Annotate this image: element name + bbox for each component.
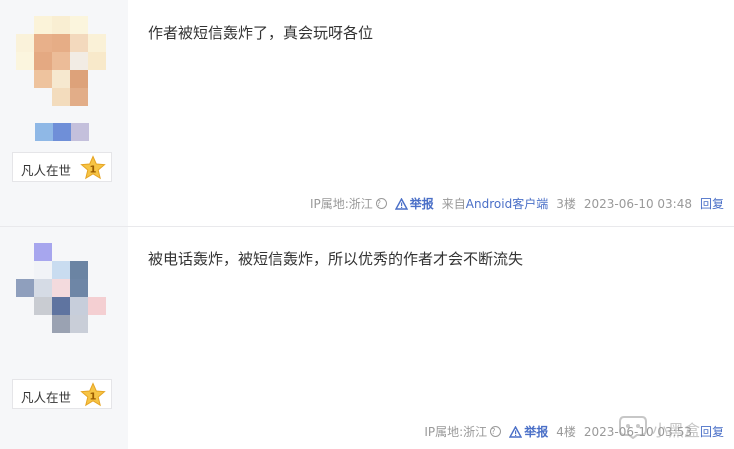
user-sidebar: 凡人在世 1 xyxy=(0,0,128,226)
warning-icon xyxy=(394,197,408,210)
level-star-icon: 1 xyxy=(80,155,106,180)
help-icon[interactable]: ? xyxy=(375,198,387,209)
warning-icon xyxy=(509,425,523,438)
ip-location: IP属地:浙江? xyxy=(310,195,387,212)
user-tag[interactable]: 凡人在世 1 xyxy=(12,152,112,182)
watermark-text: 小黑盒 xyxy=(652,421,701,440)
post-meta: IP属地:浙江? 举报 来自 Android客户端 3楼 2023-06-10 0… xyxy=(302,195,724,212)
floor-number: 4楼 xyxy=(556,425,576,439)
post-content: 作者被短信轰炸了，真会玩呀各位 xyxy=(148,24,374,42)
avatar[interactable] xyxy=(16,16,106,106)
ip-location: IP属地:浙江? xyxy=(424,423,502,440)
username[interactable]: 凡人在世 xyxy=(21,387,71,406)
badge-strip xyxy=(35,123,89,141)
user-sidebar: 凡人在世 1 xyxy=(0,227,128,449)
avatar[interactable] xyxy=(16,243,106,333)
report-link[interactable]: 举报 xyxy=(394,195,434,212)
post-content: 被电话轰炸，被短信轰炸，所以优秀的作者才会不断流失 xyxy=(148,250,524,268)
level-number: 1 xyxy=(90,392,97,403)
level-number: 1 xyxy=(90,165,97,176)
reply-post: 凡人在世 1 作者被短信轰炸了，真会玩呀各位 IP属地:浙江? 举报 来自 And… xyxy=(0,0,734,226)
floor-number: 3楼 xyxy=(556,197,576,211)
report-link[interactable]: 举报 xyxy=(509,423,548,440)
user-tag[interactable]: 凡人在世 1 xyxy=(12,379,112,409)
client-link[interactable]: Android客户端 xyxy=(466,195,548,212)
gamepad-logo-icon xyxy=(619,416,647,440)
client-source: 来自 Android客户端 xyxy=(441,195,549,212)
watermark: 小黑盒 xyxy=(618,413,728,441)
post-timestamp: 2023-06-10 03:48 xyxy=(583,196,692,211)
badge-icon xyxy=(53,123,71,141)
level-star-icon: 1 xyxy=(80,382,106,407)
badge-icon xyxy=(71,123,89,141)
username[interactable]: 凡人在世 xyxy=(21,160,71,179)
badge-icon xyxy=(35,123,53,141)
help-icon[interactable]: ? xyxy=(490,426,502,437)
reply-button[interactable]: 回复 xyxy=(700,195,724,212)
